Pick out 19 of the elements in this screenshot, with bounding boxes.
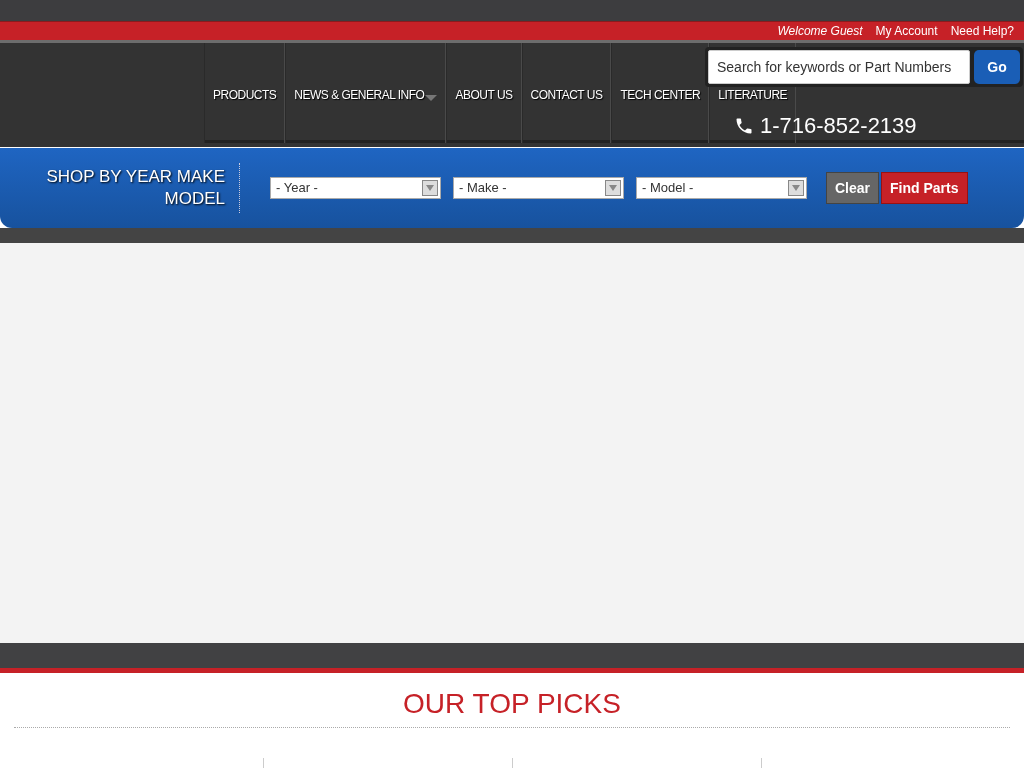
nav-link[interactable]: CONTACT US — [530, 87, 603, 103]
search-field[interactable]: Search for keywords or Part Numbers — [708, 50, 971, 84]
finder-title: SHOP BY YEAR MAKE MODEL — [45, 166, 225, 210]
nav-link[interactable]: LITERATURE — [718, 87, 788, 103]
nav-link[interactable]: TECH CENTER — [620, 87, 701, 103]
phone-number: 1-716-852-2139 — [760, 112, 917, 140]
clear-button[interactable]: Clear — [826, 172, 880, 204]
find-parts-button[interactable]: Find Parts — [881, 172, 968, 204]
welcome-text: Welcome Guest — [777, 23, 863, 40]
top-link[interactable]: Need Help? — [950, 22, 1014, 40]
nav-link[interactable]: ABOUT US — [455, 87, 513, 103]
select-field[interactable]: - Model - — [636, 177, 807, 199]
section-title: OUR TOP PICKS — [403, 688, 621, 719]
nav-link[interactable]: PRODUCTS — [213, 87, 277, 103]
go-button[interactable]: Go — [974, 50, 1020, 84]
nav-link[interactable]: NEWS & GENERAL INFO — [294, 87, 438, 103]
select-field[interactable]: - Year - — [270, 177, 441, 199]
top-link[interactable]: My Account — [875, 22, 938, 40]
select-field[interactable]: - Make - — [453, 177, 624, 199]
